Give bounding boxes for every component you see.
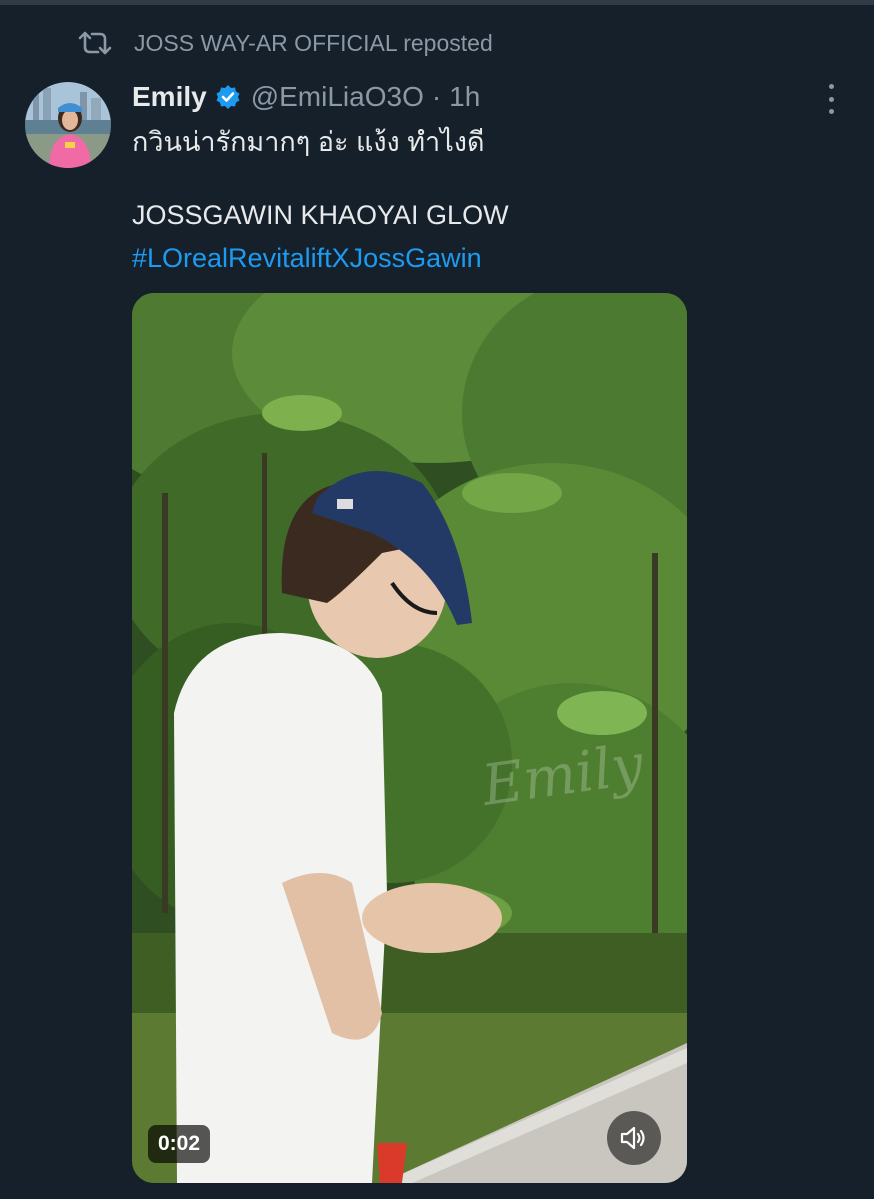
more-options-icon[interactable]: [818, 84, 844, 114]
separator-dot: ·: [431, 81, 442, 112]
video-player[interactable]: Emily 0:02: [132, 293, 687, 1183]
repost-text: JOSS WAY-AR OFFICIAL reposted: [134, 29, 493, 56]
avatar[interactable]: [25, 82, 111, 168]
tweet-text-line-2: JOSSGAWIN KHAOYAI GLOW: [132, 200, 509, 230]
repost-icon: [78, 30, 112, 56]
tweet-header: Emily @EmiLiaO3O · 1h: [132, 78, 480, 116]
video-frame: [132, 293, 687, 1183]
timestamp[interactable]: 1h: [449, 81, 480, 113]
display-name[interactable]: Emily: [132, 81, 207, 113]
video-duration: 0:02: [148, 1125, 211, 1163]
user-handle[interactable]: @EmiLiaO3O: [251, 81, 424, 113]
verified-badge-icon: [215, 84, 241, 110]
tweet-text-line-1: กวินน่ารักมากๆ อ่ะ แง้ง ทำไงดี: [132, 127, 485, 157]
hashtag-link[interactable]: #LOrealRevitaliftXJossGawin: [132, 243, 482, 274]
top-divider: [0, 0, 874, 5]
volume-muted-icon[interactable]: [607, 1111, 661, 1165]
repost-indicator[interactable]: JOSS WAY-AR OFFICIAL reposted: [78, 28, 493, 58]
